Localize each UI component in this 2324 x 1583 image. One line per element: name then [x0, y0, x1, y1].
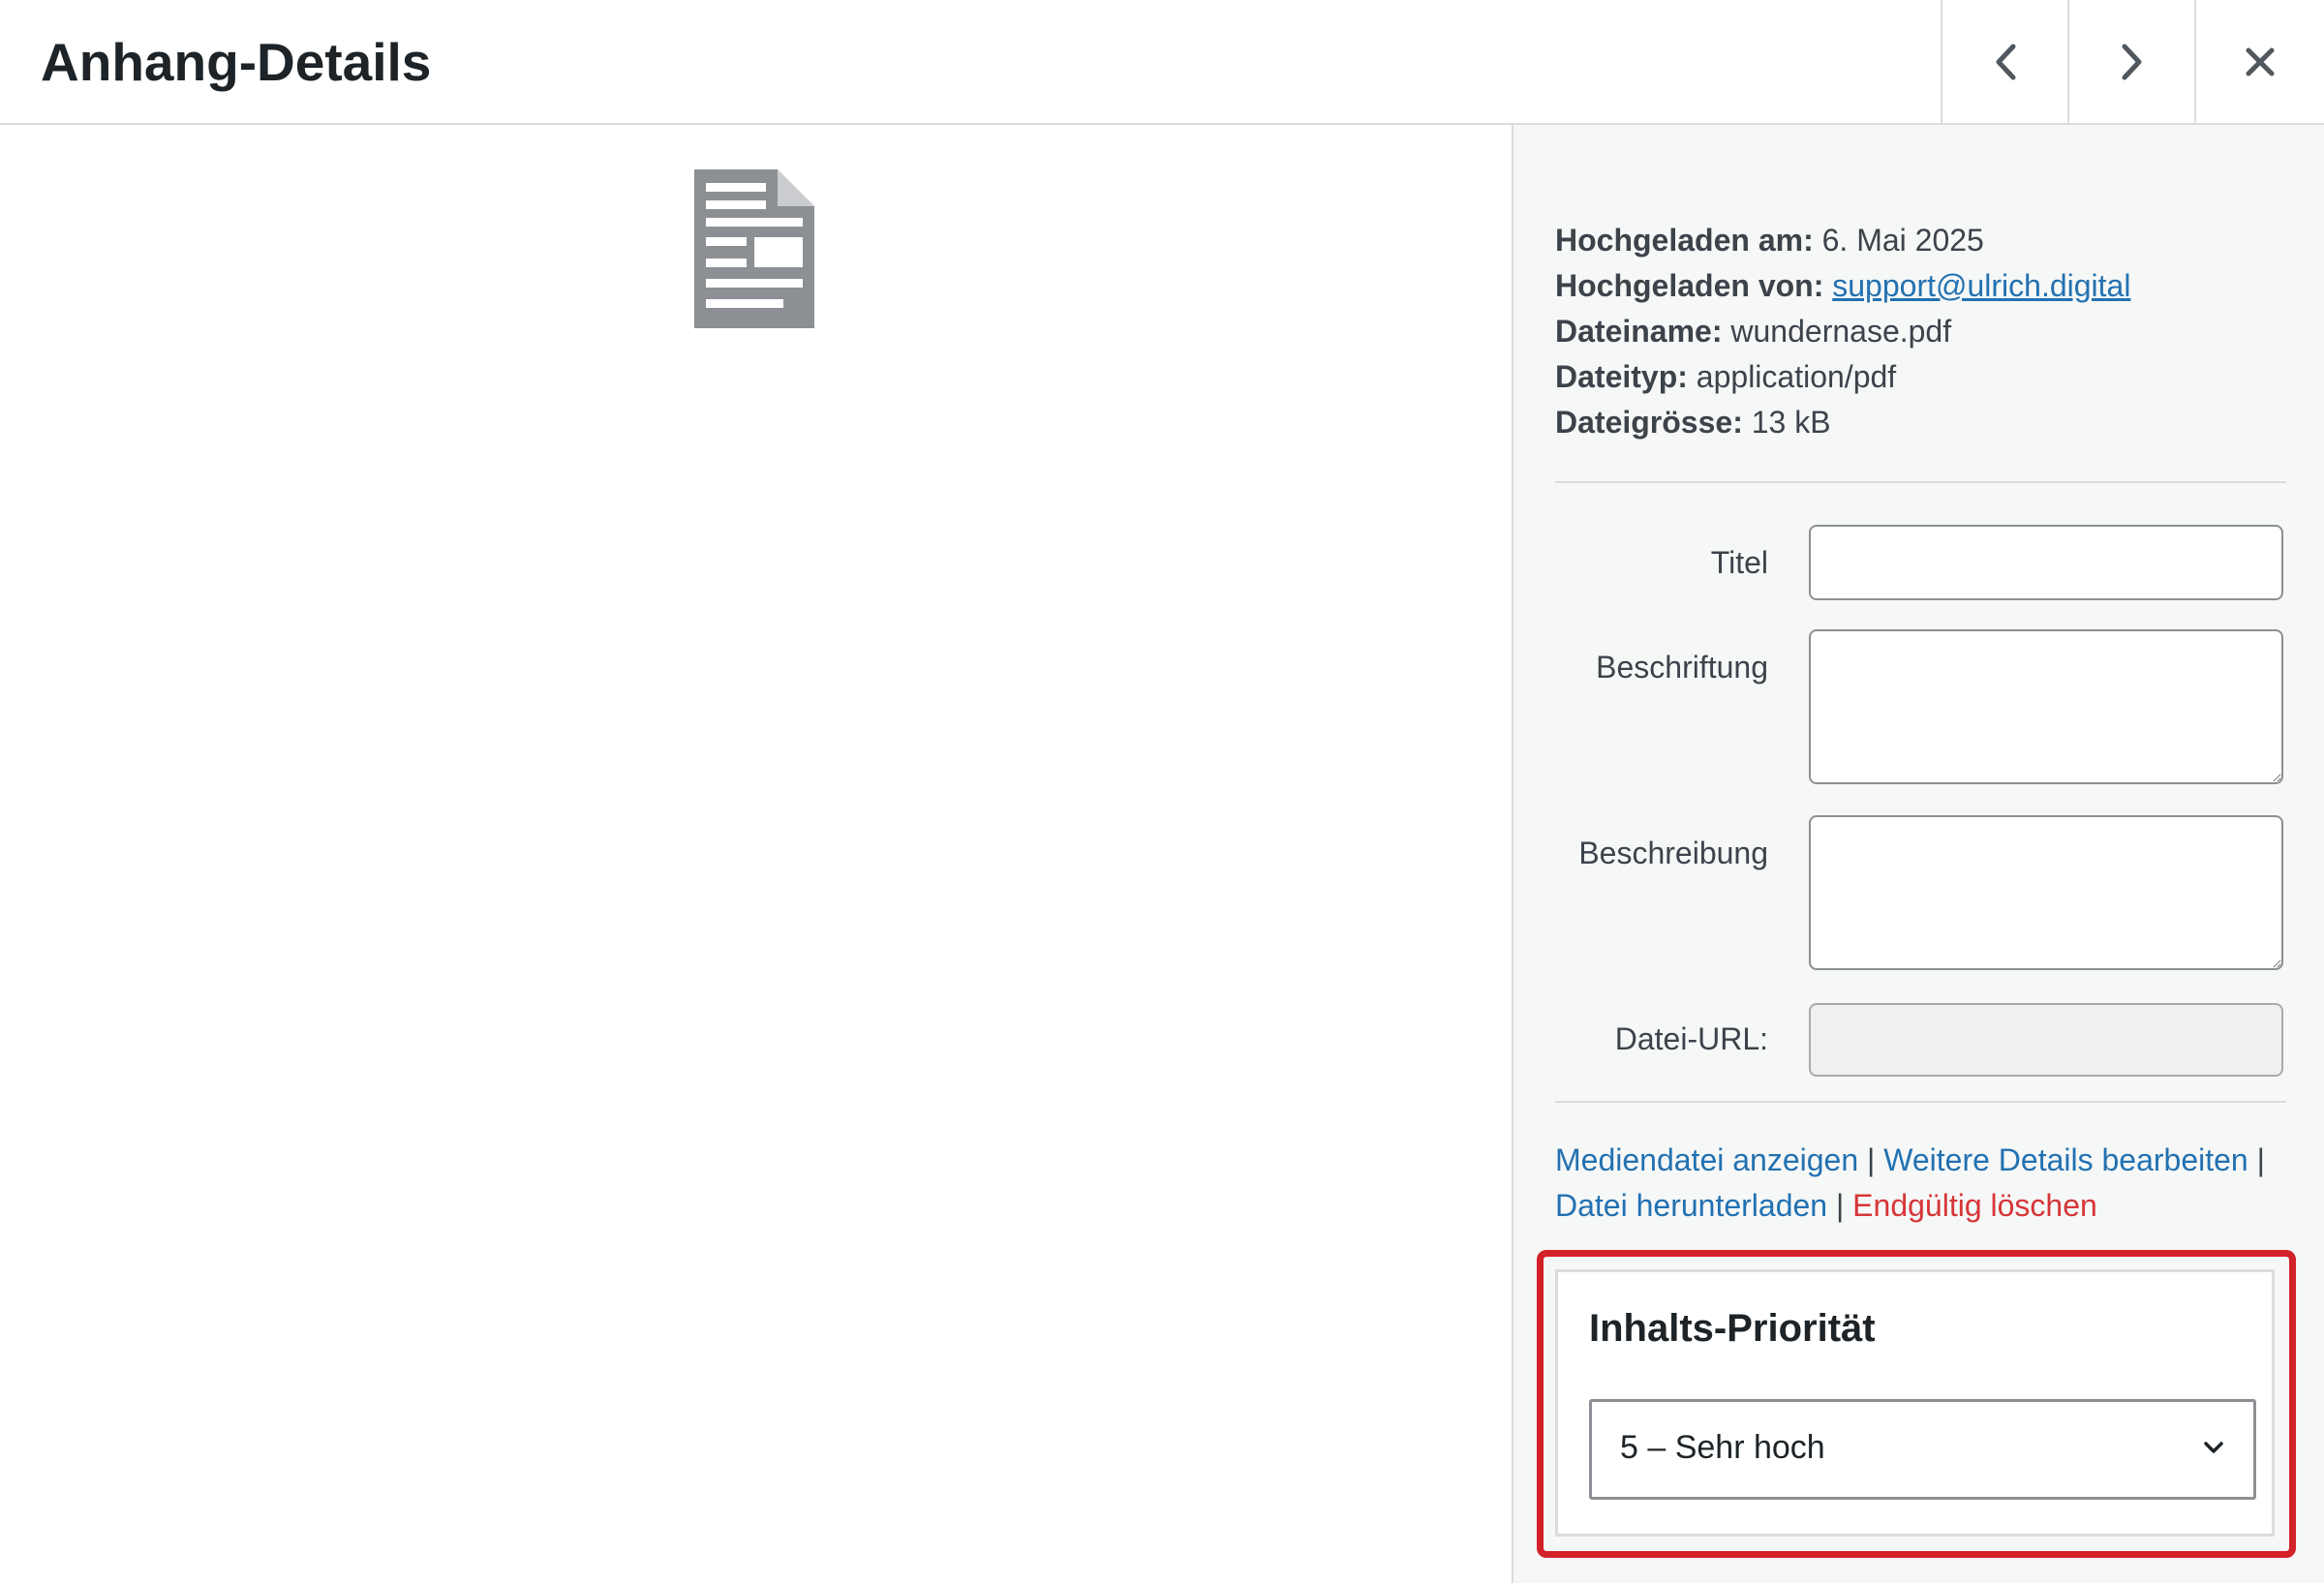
- close-icon: [2246, 47, 2275, 76]
- title-label: Titel: [1710, 545, 1768, 580]
- caption-label: Beschriftung: [1596, 650, 1768, 685]
- divider: [1555, 481, 2286, 483]
- attachment-sidebar: Hochgeladen am: 6. Mai 2025 Hochgeladen …: [1512, 125, 2324, 1583]
- selected-option: 5 – Sehr hoch: [1620, 1429, 1825, 1466]
- content-priority-title: Inhalts-Priorität: [1589, 1307, 1876, 1350]
- download-file-link[interactable]: Datei herunterladen: [1555, 1188, 1827, 1223]
- separator: |: [1835, 1188, 1845, 1223]
- uploaded-by-row: Hochgeladen von: support@ulrich.digital: [1555, 263, 2130, 309]
- separator: |: [2256, 1142, 2265, 1177]
- filename-value: wundernase.pdf: [1730, 314, 1952, 349]
- file-url-label: Datei-URL:: [1614, 1021, 1768, 1056]
- filesize-label: Dateigrösse:: [1555, 405, 1743, 440]
- chevron-right-icon: [2122, 44, 2141, 79]
- edit-details-link[interactable]: Weitere Details bearbeiten: [1883, 1142, 2248, 1177]
- chevron-left-icon: [1996, 44, 2015, 79]
- uploaded-on-row: Hochgeladen am: 6. Mai 2025: [1555, 218, 2130, 263]
- separator: |: [1867, 1142, 1876, 1177]
- attachment-actions: Mediendatei anzeigen | Weitere Details b…: [1555, 1138, 2265, 1229]
- document-icon: [694, 169, 814, 328]
- content-priority-select[interactable]: 5 – Sehr hoch: [1589, 1399, 2256, 1500]
- filetype-label: Dateityp:: [1555, 359, 1688, 394]
- filetype-row: Dateityp: application/pdf: [1555, 354, 2130, 400]
- filetype-value: application/pdf: [1696, 359, 1897, 394]
- filesize-row: Dateigrösse: 13 kB: [1555, 400, 2130, 445]
- content-priority-panel: Inhalts-Priorität 5 – Sehr hoch: [1555, 1269, 2275, 1537]
- filename-label: Dateiname:: [1555, 314, 1723, 349]
- page-title: Anhang-Details: [41, 32, 432, 92]
- uploaded-by-link[interactable]: support@ulrich.digital: [1832, 268, 2130, 303]
- attachment-preview: [0, 125, 1512, 1583]
- file-info: Hochgeladen am: 6. Mai 2025 Hochgeladen …: [1555, 218, 2130, 445]
- uploaded-on-label: Hochgeladen am:: [1555, 223, 1814, 258]
- modal-header: Anhang-Details: [0, 0, 2324, 125]
- divider: [1555, 1101, 2286, 1103]
- filename-row: Dateiname: wundernase.pdf: [1555, 309, 2130, 354]
- filesize-value: 13 kB: [1751, 405, 1831, 440]
- view-media-link[interactable]: Mediendatei anzeigen: [1555, 1142, 1858, 1177]
- file-url-input[interactable]: [1809, 1003, 2283, 1077]
- caption-textarea[interactable]: [1809, 629, 2283, 784]
- delete-permanently-link[interactable]: Endgültig löschen: [1852, 1188, 2097, 1223]
- close-button[interactable]: [2194, 0, 2324, 123]
- title-input[interactable]: [1809, 525, 2283, 600]
- previous-button[interactable]: [1941, 0, 2067, 123]
- description-label: Beschreibung: [1578, 836, 1768, 870]
- description-textarea[interactable]: [1809, 815, 2283, 970]
- uploaded-by-label: Hochgeladen von:: [1555, 268, 1824, 303]
- next-button[interactable]: [2067, 0, 2194, 123]
- chevron-down-icon: [2204, 1442, 2223, 1453]
- uploaded-on-value: 6. Mai 2025: [1821, 223, 1984, 258]
